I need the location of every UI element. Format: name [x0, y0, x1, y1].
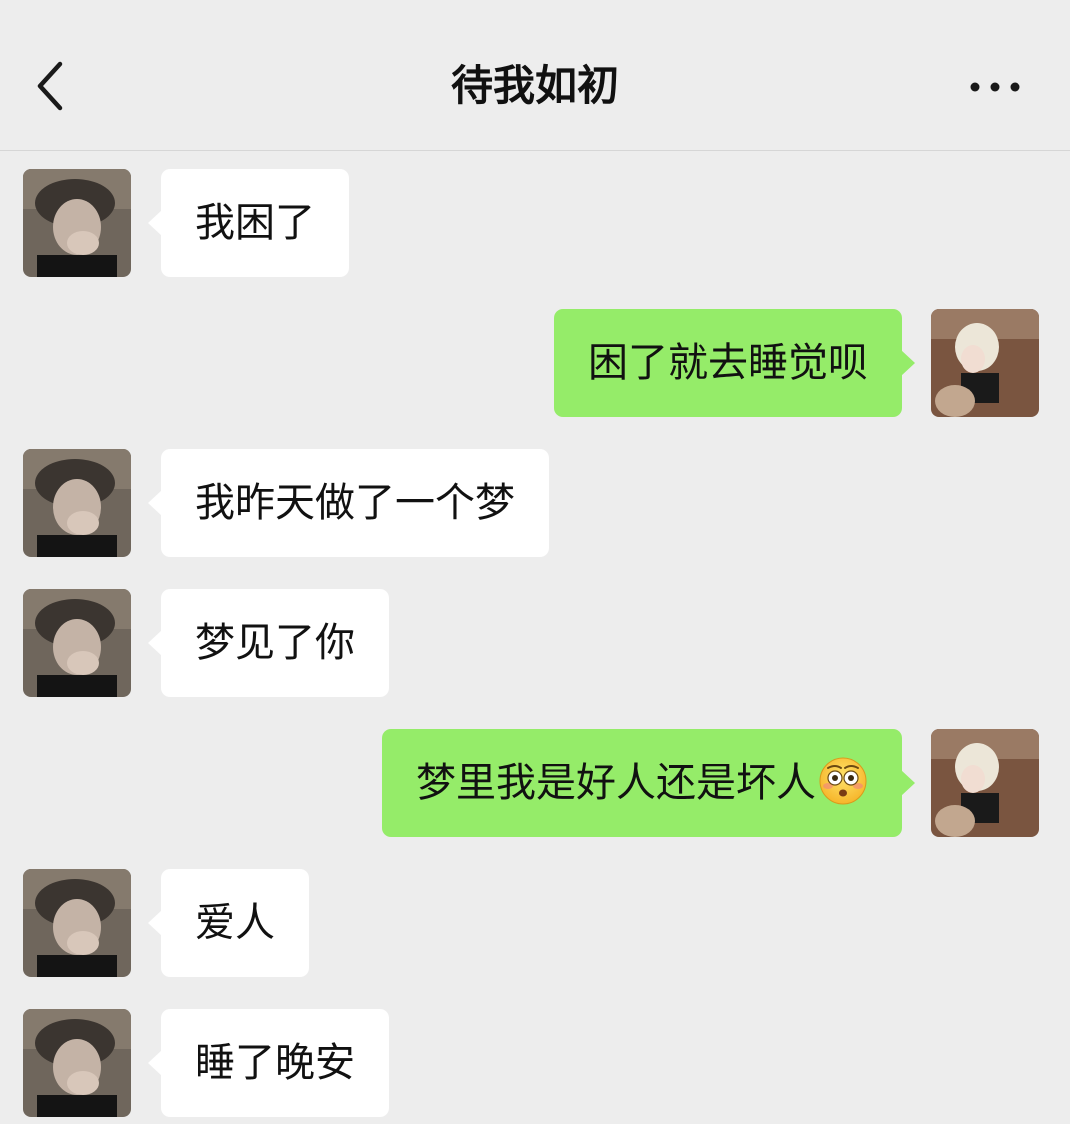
message-row-incoming: 我困了: [0, 151, 1070, 277]
message-bubble[interactable]: 我昨天做了一个梦: [148, 449, 549, 557]
message-row-incoming: 我昨天做了一个梦: [0, 431, 1070, 557]
message-text: 梦见了你: [195, 620, 355, 666]
message-row-incoming: 睡了晚安: [0, 991, 1070, 1117]
my-avatar[interactable]: [931, 729, 1039, 837]
message-list[interactable]: 我困了 困了就去睡觉呗 我昨天做了一个梦 梦见了你 梦里我是好人还是坏人 爱人 …: [0, 151, 1070, 1124]
more-dots-icon: [970, 82, 1020, 92]
message-row-outgoing: 困了就去睡觉呗: [0, 291, 1070, 417]
contact-avatar[interactable]: [23, 869, 131, 977]
message-text: 我昨天做了一个梦: [195, 480, 515, 526]
contact-avatar[interactable]: [23, 449, 131, 557]
message-text: 我困了: [195, 200, 315, 246]
message-row-incoming: 梦见了你: [0, 571, 1070, 697]
my-avatar[interactable]: [931, 309, 1039, 417]
message-row-outgoing: 梦里我是好人还是坏人: [0, 711, 1070, 837]
chat-title: 待我如初: [450, 61, 619, 110]
message-bubble[interactable]: 梦见了你: [148, 589, 389, 697]
flushed-face-emoji: [819, 757, 867, 805]
contact-avatar[interactable]: [23, 1009, 131, 1117]
more-options-button[interactable]: [962, 70, 1026, 104]
message-text: 困了就去睡觉呗: [588, 340, 868, 386]
message-text: 梦里我是好人还是坏人: [416, 760, 816, 806]
chat-header: 待我如初: [0, 0, 1070, 151]
contact-avatar[interactable]: [23, 169, 131, 277]
message-bubble[interactable]: 梦里我是好人还是坏人: [382, 729, 915, 837]
message-bubble[interactable]: 睡了晚安: [148, 1009, 389, 1117]
message-bubble[interactable]: 我困了: [148, 169, 349, 277]
message-row-incoming: 爱人: [0, 851, 1070, 977]
contact-avatar[interactable]: [23, 589, 131, 697]
message-bubble[interactable]: 爱人: [148, 869, 309, 977]
message-text: 睡了晚安: [195, 1040, 355, 1086]
message-text: 爱人: [195, 900, 275, 946]
message-bubble[interactable]: 困了就去睡觉呗: [554, 309, 915, 417]
